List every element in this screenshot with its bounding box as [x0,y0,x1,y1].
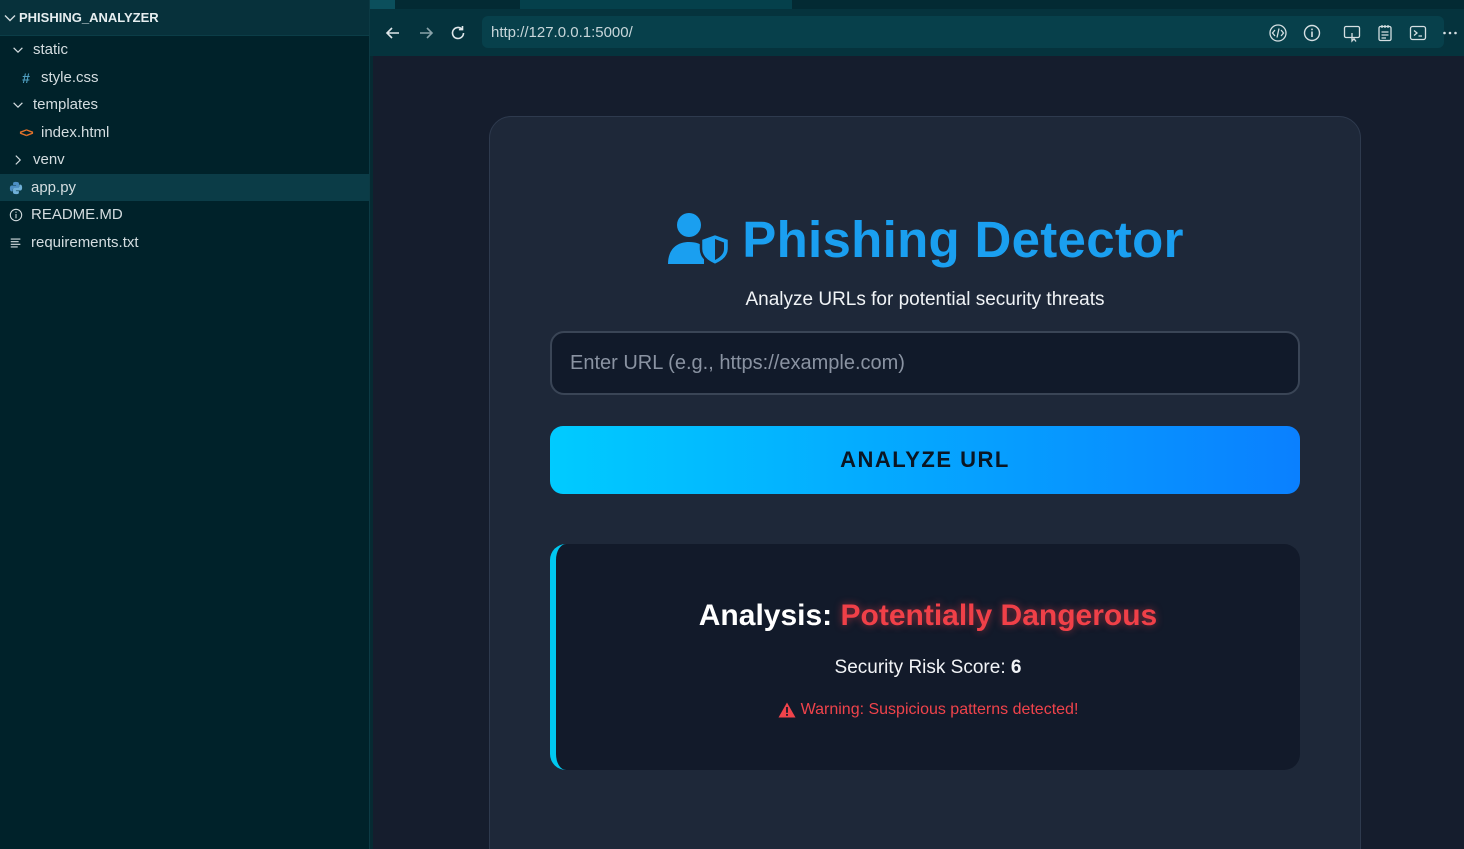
result-verdict: Potentially Dangerous [840,599,1158,632]
tree-item-label: index.html [41,124,110,141]
tree-item-label: requirements.txt [31,234,139,251]
html-code-icon: <> [19,125,33,140]
warning-text: Warning: Suspicious patterns detected! [800,701,1079,718]
tree-file-requirements[interactable]: requirements.txt [0,229,369,256]
chevron-down-icon [10,42,26,58]
project-name: PHISHING_ANALYZER [19,10,159,25]
url-input[interactable] [550,331,1300,395]
lines-icon [8,235,24,251]
css-hash-icon: # [22,69,30,86]
chevron-down-icon [4,14,16,21]
tree-file-readme[interactable]: README.MD [0,201,369,228]
tab-active[interactable] [520,0,792,9]
url-text: http://127.0.0.1:5000/ [491,23,633,41]
tree-folder-templates[interactable]: templates [0,91,369,118]
tree-item-label: venv [33,151,65,168]
arrow-left-icon [385,27,399,39]
risk-score-label: Security Risk Score: [834,657,1006,678]
tab-edge [370,0,395,9]
page-subtitle: Analyze URLs for potential security thre… [745,289,1105,310]
analysis-result-panel: Analysis: Potentially Dangerous Security… [550,544,1300,770]
result-heading-prefix: Analysis: [698,599,833,632]
info-icon [1303,24,1321,42]
tree-folder-venv[interactable]: venv [0,146,369,173]
title-row: Phishing Detector [490,207,1360,271]
python-icon [8,180,24,196]
risk-score-value: 6 [1010,657,1022,678]
reload-button[interactable] [446,21,470,45]
back-button[interactable] [381,21,405,45]
tree-item-label: static [33,41,69,58]
tree-item-label: README.MD [31,206,123,223]
chevron-down-icon [10,97,26,113]
ellipsis-icon [1443,31,1457,35]
page-title: Phishing Detector [742,210,1184,268]
analyze-url-button[interactable]: ANALYZE URL [550,426,1300,494]
tree-item-label: app.py [31,179,77,196]
tree-file-app-py[interactable]: app.py [0,174,369,201]
chevron-right-icon [10,152,26,168]
info-icon [8,207,24,223]
tree-file-style-css[interactable]: # style.css [0,64,369,91]
browser-pane: http://127.0.0.1:5000/ Phishing Detector… [370,0,1464,849]
arrow-right-icon [420,27,434,39]
code-slash-icon [1269,24,1287,42]
site-info-button[interactable] [1300,21,1324,45]
notepad-icon [1378,25,1392,42]
risk-score-line: Security Risk Score: 6 [556,657,1300,679]
screen-pointer-icon [1343,25,1361,43]
address-bar: http://127.0.0.1:5000/ [370,9,1464,56]
notes-button[interactable] [1373,21,1397,45]
forward-button[interactable] [414,21,438,45]
explorer-sidebar: PHISHING_ANALYZER static # style.css tem… [0,0,370,849]
explorer-project-header[interactable]: PHISHING_ANALYZER [0,0,369,36]
tree-item-label: templates [33,96,99,113]
terminal-icon [1409,25,1427,41]
result-heading: Analysis: Potentially Dangerous [556,599,1300,633]
tab-strip [370,0,1464,9]
terminal-button[interactable] [1406,21,1430,45]
tree-item-label: style.css [41,69,99,86]
toggle-code-button[interactable] [1266,21,1290,45]
detector-card: Phishing Detector Analyze URLs for poten… [489,116,1361,849]
tree-folder-static[interactable]: static [0,36,369,63]
warning-message: Warning: Suspicious patterns detected! [556,701,1300,719]
warning-triangle-icon [778,702,796,718]
more-options-button[interactable] [1438,21,1462,45]
tree-file-index-html[interactable]: <> index.html [0,119,369,146]
reload-icon [451,26,465,40]
web-page: Phishing Detector Analyze URLs for poten… [373,56,1464,849]
user-shield-icon [668,213,731,266]
cast-button[interactable] [1340,21,1364,45]
